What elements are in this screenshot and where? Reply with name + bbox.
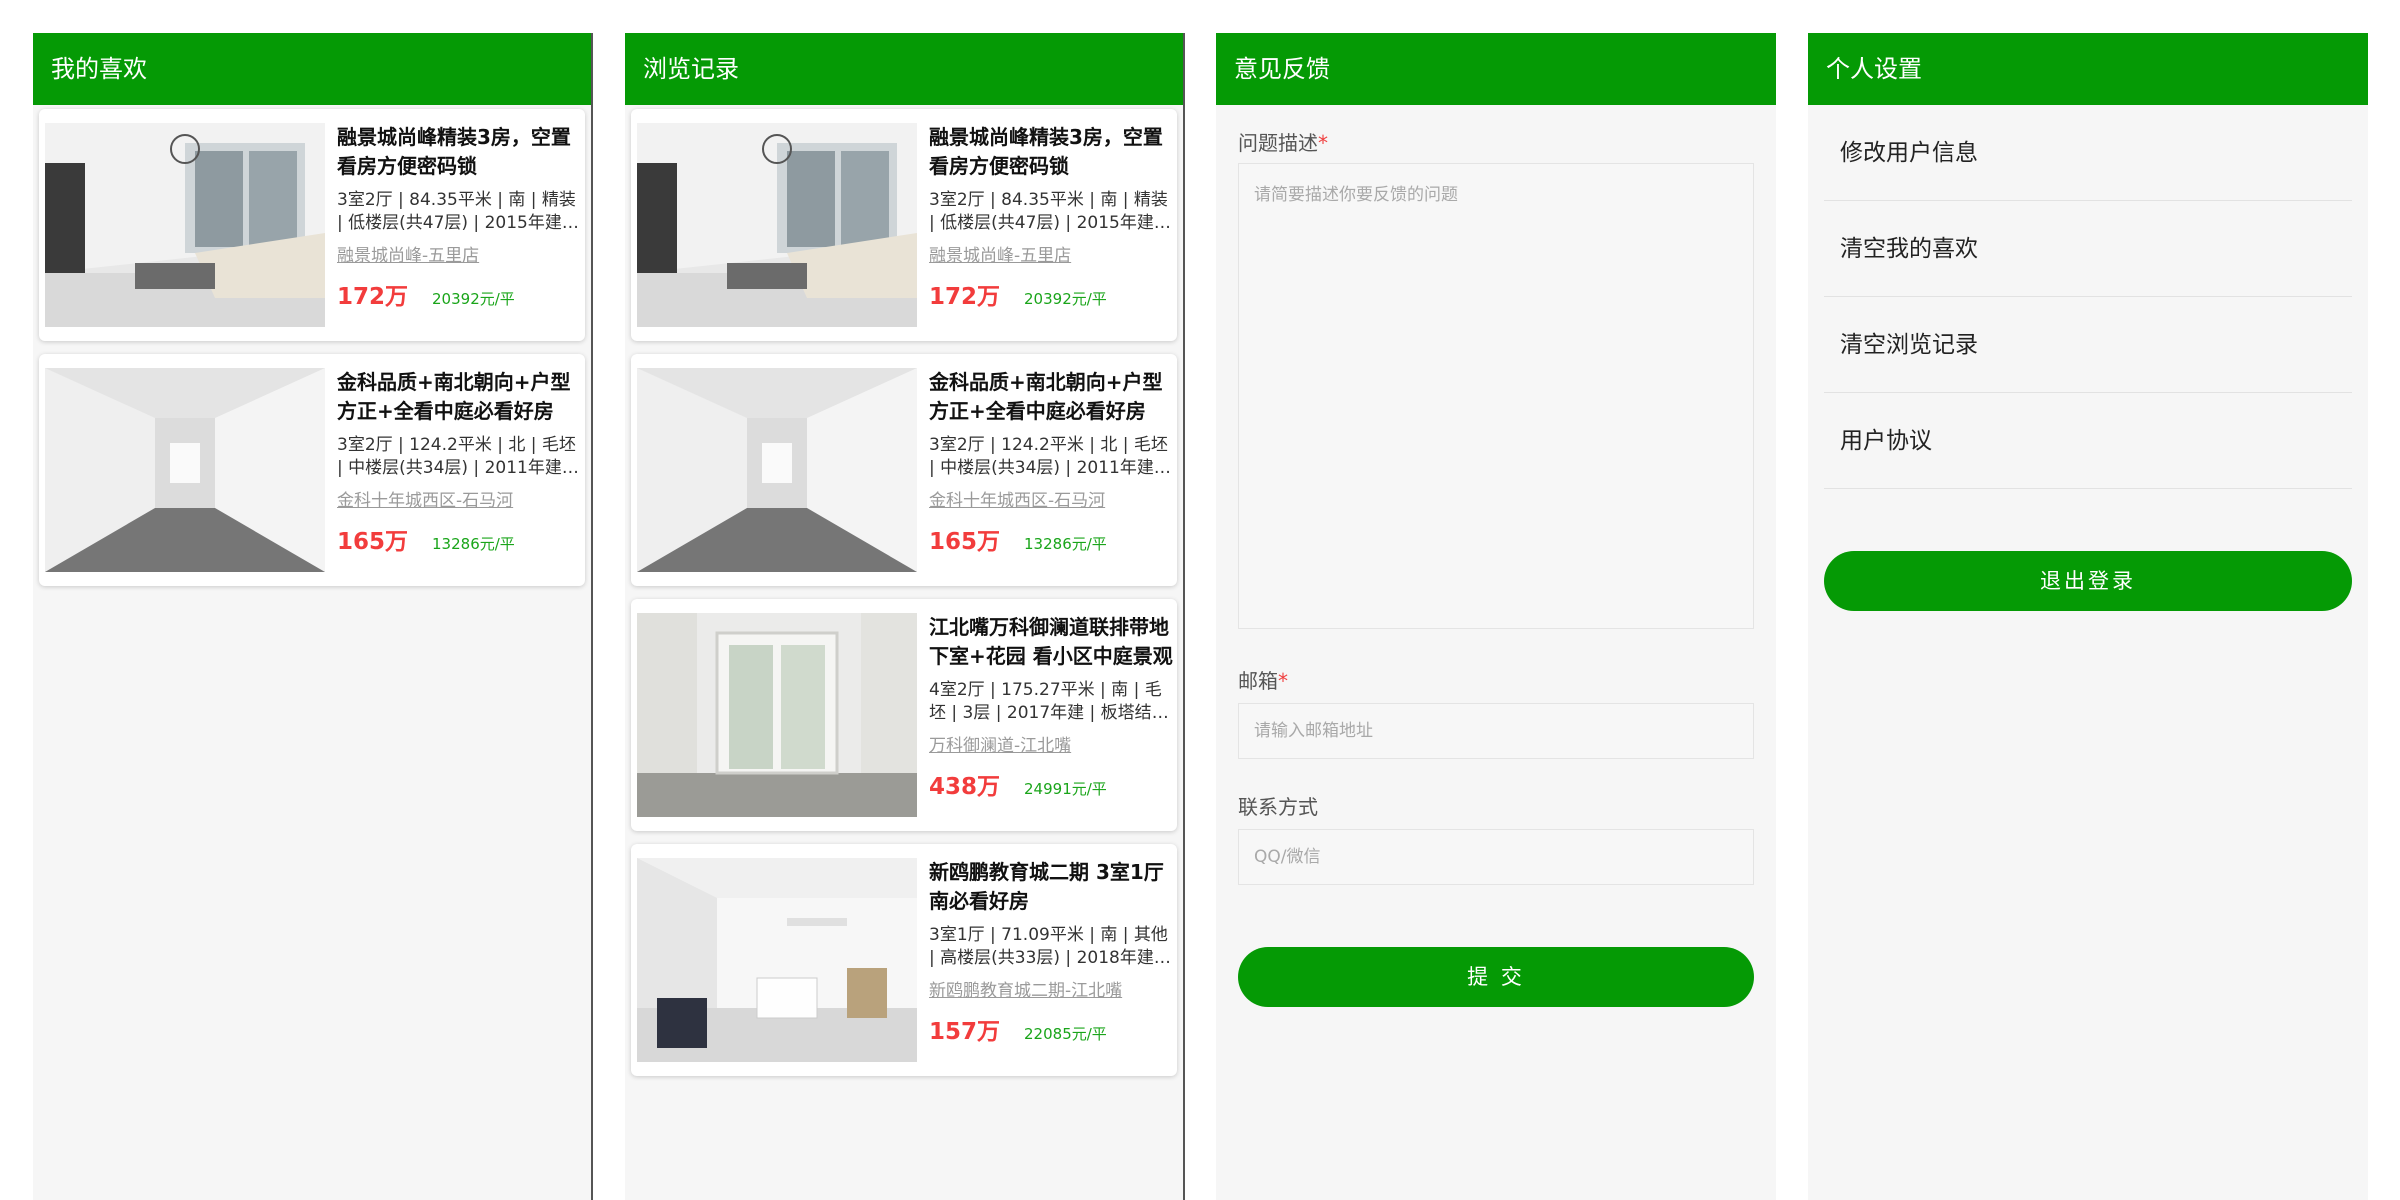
history-list: 融景城尚峰精装3房，空置看房方便密码锁 3室2厅 | 84.35平米 | 南 |… xyxy=(625,105,1183,1076)
listing-info: 融景城尚峰精装3房，空置看房方便密码锁 3室2厅 | 84.35平米 | 南 |… xyxy=(337,123,581,311)
listing-title: 江北嘴万科御澜道联排带地下室+花园 看小区中庭景观 xyxy=(929,615,1173,668)
listing-location-link[interactable]: 万科御澜道-江北嘴 xyxy=(929,735,1173,757)
listing-title: 融景城尚峰精装3房，空置看房方便密码锁 xyxy=(337,125,571,178)
history-screen: 浏览记录 融景城尚峰精装3房，空置看房方便密码锁 3室2厅 | 84.35平米 … xyxy=(625,33,1185,1200)
favorites-header: 我的喜欢 xyxy=(33,33,591,105)
listing-title: 新鸥鹏教育城二期 3室1厅南必看好房 xyxy=(929,860,1164,913)
email-label: 邮箱* xyxy=(1238,667,1754,695)
listing-card[interactable]: 金科品质+南北朝向+户型方正+全看中庭必看好房 3室2厅 | 124.2平米 |… xyxy=(39,354,585,586)
listing-total-price: 157万 xyxy=(929,1019,1001,1045)
description-label-text: 问题描述 xyxy=(1238,131,1318,155)
feedback-header: 意见反馈 xyxy=(1216,33,1776,105)
email-label-text: 邮箱 xyxy=(1238,669,1278,693)
logout-button[interactable]: 退出登录 xyxy=(1824,551,2352,611)
listing-description: 3室2厅 | 124.2平米 | 北 | 毛坯 | 中楼层(共34层) | 20… xyxy=(929,435,1168,478)
listing-photo xyxy=(637,123,917,327)
listing-info: 金科品质+南北朝向+户型方正+全看中庭必看好房 3室2厅 | 124.2平米 |… xyxy=(337,368,581,556)
listing-unit-price: 13286元/平 xyxy=(432,535,515,553)
app-screens: 我的喜欢 融景城尚峰精装3房，空置看房方便密码锁 3室2厅 | 84.35平米 … xyxy=(0,0,2400,1200)
listing-card[interactable]: 融景城尚峰精装3房，空置看房方便密码锁 3室2厅 | 84.35平米 | 南 |… xyxy=(39,109,585,341)
listing-info: 金科品质+南北朝向+户型方正+全看中庭必看好房 3室2厅 | 124.2平米 |… xyxy=(929,368,1173,556)
menu-item-clear-history[interactable]: 清空浏览记录 xyxy=(1824,297,2352,393)
listing-card[interactable]: 新鸥鹏教育城二期 3室1厅南必看好房 3室1厅 | 71.09平米 | 南 | … xyxy=(631,844,1177,1076)
listing-description: 4室2厅 | 175.27平米 | 南 | 毛坯 | 3层 | 2017年建 |… xyxy=(929,680,1169,723)
listing-location-link[interactable]: 金科十年城西区-石马河 xyxy=(337,490,581,512)
listing-photo xyxy=(637,368,917,572)
listing-unit-price: 20392元/平 xyxy=(432,290,515,308)
listing-location-link[interactable]: 融景城尚峰-五里店 xyxy=(337,245,581,267)
listing-total-price: 165万 xyxy=(929,529,1001,555)
menu-item-clear-favorites[interactable]: 清空我的喜欢 xyxy=(1824,201,2352,297)
listing-total-price: 438万 xyxy=(929,774,1001,800)
listing-description: 3室2厅 | 84.35平米 | 南 | 精装 | 低楼层(共47层) | 20… xyxy=(337,190,576,233)
favorites-list: 融景城尚峰精装3房，空置看房方便密码锁 3室2厅 | 84.35平米 | 南 |… xyxy=(33,105,591,586)
listing-location-link[interactable]: 金科十年城西区-石马河 xyxy=(929,490,1173,512)
listing-unit-price: 22085元/平 xyxy=(1024,1025,1107,1043)
listing-prices: 165万 13286元/平 xyxy=(337,522,581,556)
description-textarea[interactable]: 请简要描述你要反馈的问题 xyxy=(1238,163,1754,629)
listing-total-price: 172万 xyxy=(929,284,1001,310)
listing-location-link[interactable]: 融景城尚峰-五里店 xyxy=(929,245,1173,267)
listing-photo xyxy=(45,123,325,327)
feedback-form: 问题描述* 请简要描述你要反馈的问题 邮箱* 请输入邮箱地址 联系方式 QQ/微… xyxy=(1216,105,1776,1007)
listing-total-price: 172万 xyxy=(337,284,409,310)
favorites-screen: 我的喜欢 融景城尚峰精装3房，空置看房方便密码锁 3室2厅 | 84.35平米 … xyxy=(33,33,593,1200)
menu-item-user-agreement[interactable]: 用户协议 xyxy=(1824,393,2352,489)
listing-location-link[interactable]: 新鸥鹏教育城二期-江北嘴 xyxy=(929,980,1173,1002)
listing-card[interactable]: 金科品质+南北朝向+户型方正+全看中庭必看好房 3室2厅 | 124.2平米 |… xyxy=(631,354,1177,586)
listing-prices: 172万 20392元/平 xyxy=(929,277,1173,311)
listing-card[interactable]: 融景城尚峰精装3房，空置看房方便密码锁 3室2厅 | 84.35平米 | 南 |… xyxy=(631,109,1177,341)
listing-total-price: 165万 xyxy=(337,529,409,555)
listing-prices: 438万 24991元/平 xyxy=(929,767,1173,801)
listing-unit-price: 24991元/平 xyxy=(1024,780,1107,798)
settings-header: 个人设置 xyxy=(1808,33,2368,105)
contact-field[interactable]: QQ/微信 xyxy=(1238,829,1754,885)
email-field[interactable]: 请输入邮箱地址 xyxy=(1238,703,1754,759)
settings-menu: 修改用户信息 清空我的喜欢 清空浏览记录 用户协议 xyxy=(1808,105,2368,489)
listing-title: 融景城尚峰精装3房，空置看房方便密码锁 xyxy=(929,125,1163,178)
listing-info: 江北嘴万科御澜道联排带地下室+花园 看小区中庭景观 4室2厅 | 175.27平… xyxy=(929,613,1173,801)
required-mark: * xyxy=(1278,669,1288,693)
listing-description: 3室2厅 | 84.35平米 | 南 | 精装 | 低楼层(共47层) | 20… xyxy=(929,190,1168,233)
contact-label: 联系方式 xyxy=(1238,795,1318,819)
feedback-screen: 意见反馈 问题描述* 请简要描述你要反馈的问题 邮箱* 请输入邮箱地址 联系方式… xyxy=(1216,33,1776,1200)
listing-card[interactable]: 江北嘴万科御澜道联排带地下室+花园 看小区中庭景观 4室2厅 | 175.27平… xyxy=(631,599,1177,831)
description-label: 问题描述* xyxy=(1238,129,1754,157)
submit-button[interactable]: 提 交 xyxy=(1238,947,1754,1007)
listing-title: 金科品质+南北朝向+户型方正+全看中庭必看好房 xyxy=(929,370,1163,423)
listing-prices: 165万 13286元/平 xyxy=(929,522,1173,556)
listing-description: 3室1厅 | 71.09平米 | 南 | 其他 | 高楼层(共33层) | 20… xyxy=(929,925,1168,968)
listing-unit-price: 13286元/平 xyxy=(1024,535,1107,553)
listing-description: 3室2厅 | 124.2平米 | 北 | 毛坯 | 中楼层(共34层) | 20… xyxy=(337,435,576,478)
settings-screen: 个人设置 修改用户信息 清空我的喜欢 清空浏览记录 用户协议 退出登录 xyxy=(1808,33,2368,1200)
menu-item-edit-user-info[interactable]: 修改用户信息 xyxy=(1824,105,2352,201)
listing-title: 金科品质+南北朝向+户型方正+全看中庭必看好房 xyxy=(337,370,571,423)
listing-photo xyxy=(45,368,325,572)
listing-info: 新鸥鹏教育城二期 3室1厅南必看好房 3室1厅 | 71.09平米 | 南 | … xyxy=(929,858,1173,1046)
listing-photo xyxy=(637,613,917,817)
listing-photo xyxy=(637,858,917,1062)
listing-prices: 172万 20392元/平 xyxy=(337,277,581,311)
required-mark: * xyxy=(1318,131,1328,155)
listing-prices: 157万 22085元/平 xyxy=(929,1012,1173,1046)
listing-unit-price: 20392元/平 xyxy=(1024,290,1107,308)
listing-info: 融景城尚峰精装3房，空置看房方便密码锁 3室2厅 | 84.35平米 | 南 |… xyxy=(929,123,1173,311)
history-header: 浏览记录 xyxy=(625,33,1183,105)
